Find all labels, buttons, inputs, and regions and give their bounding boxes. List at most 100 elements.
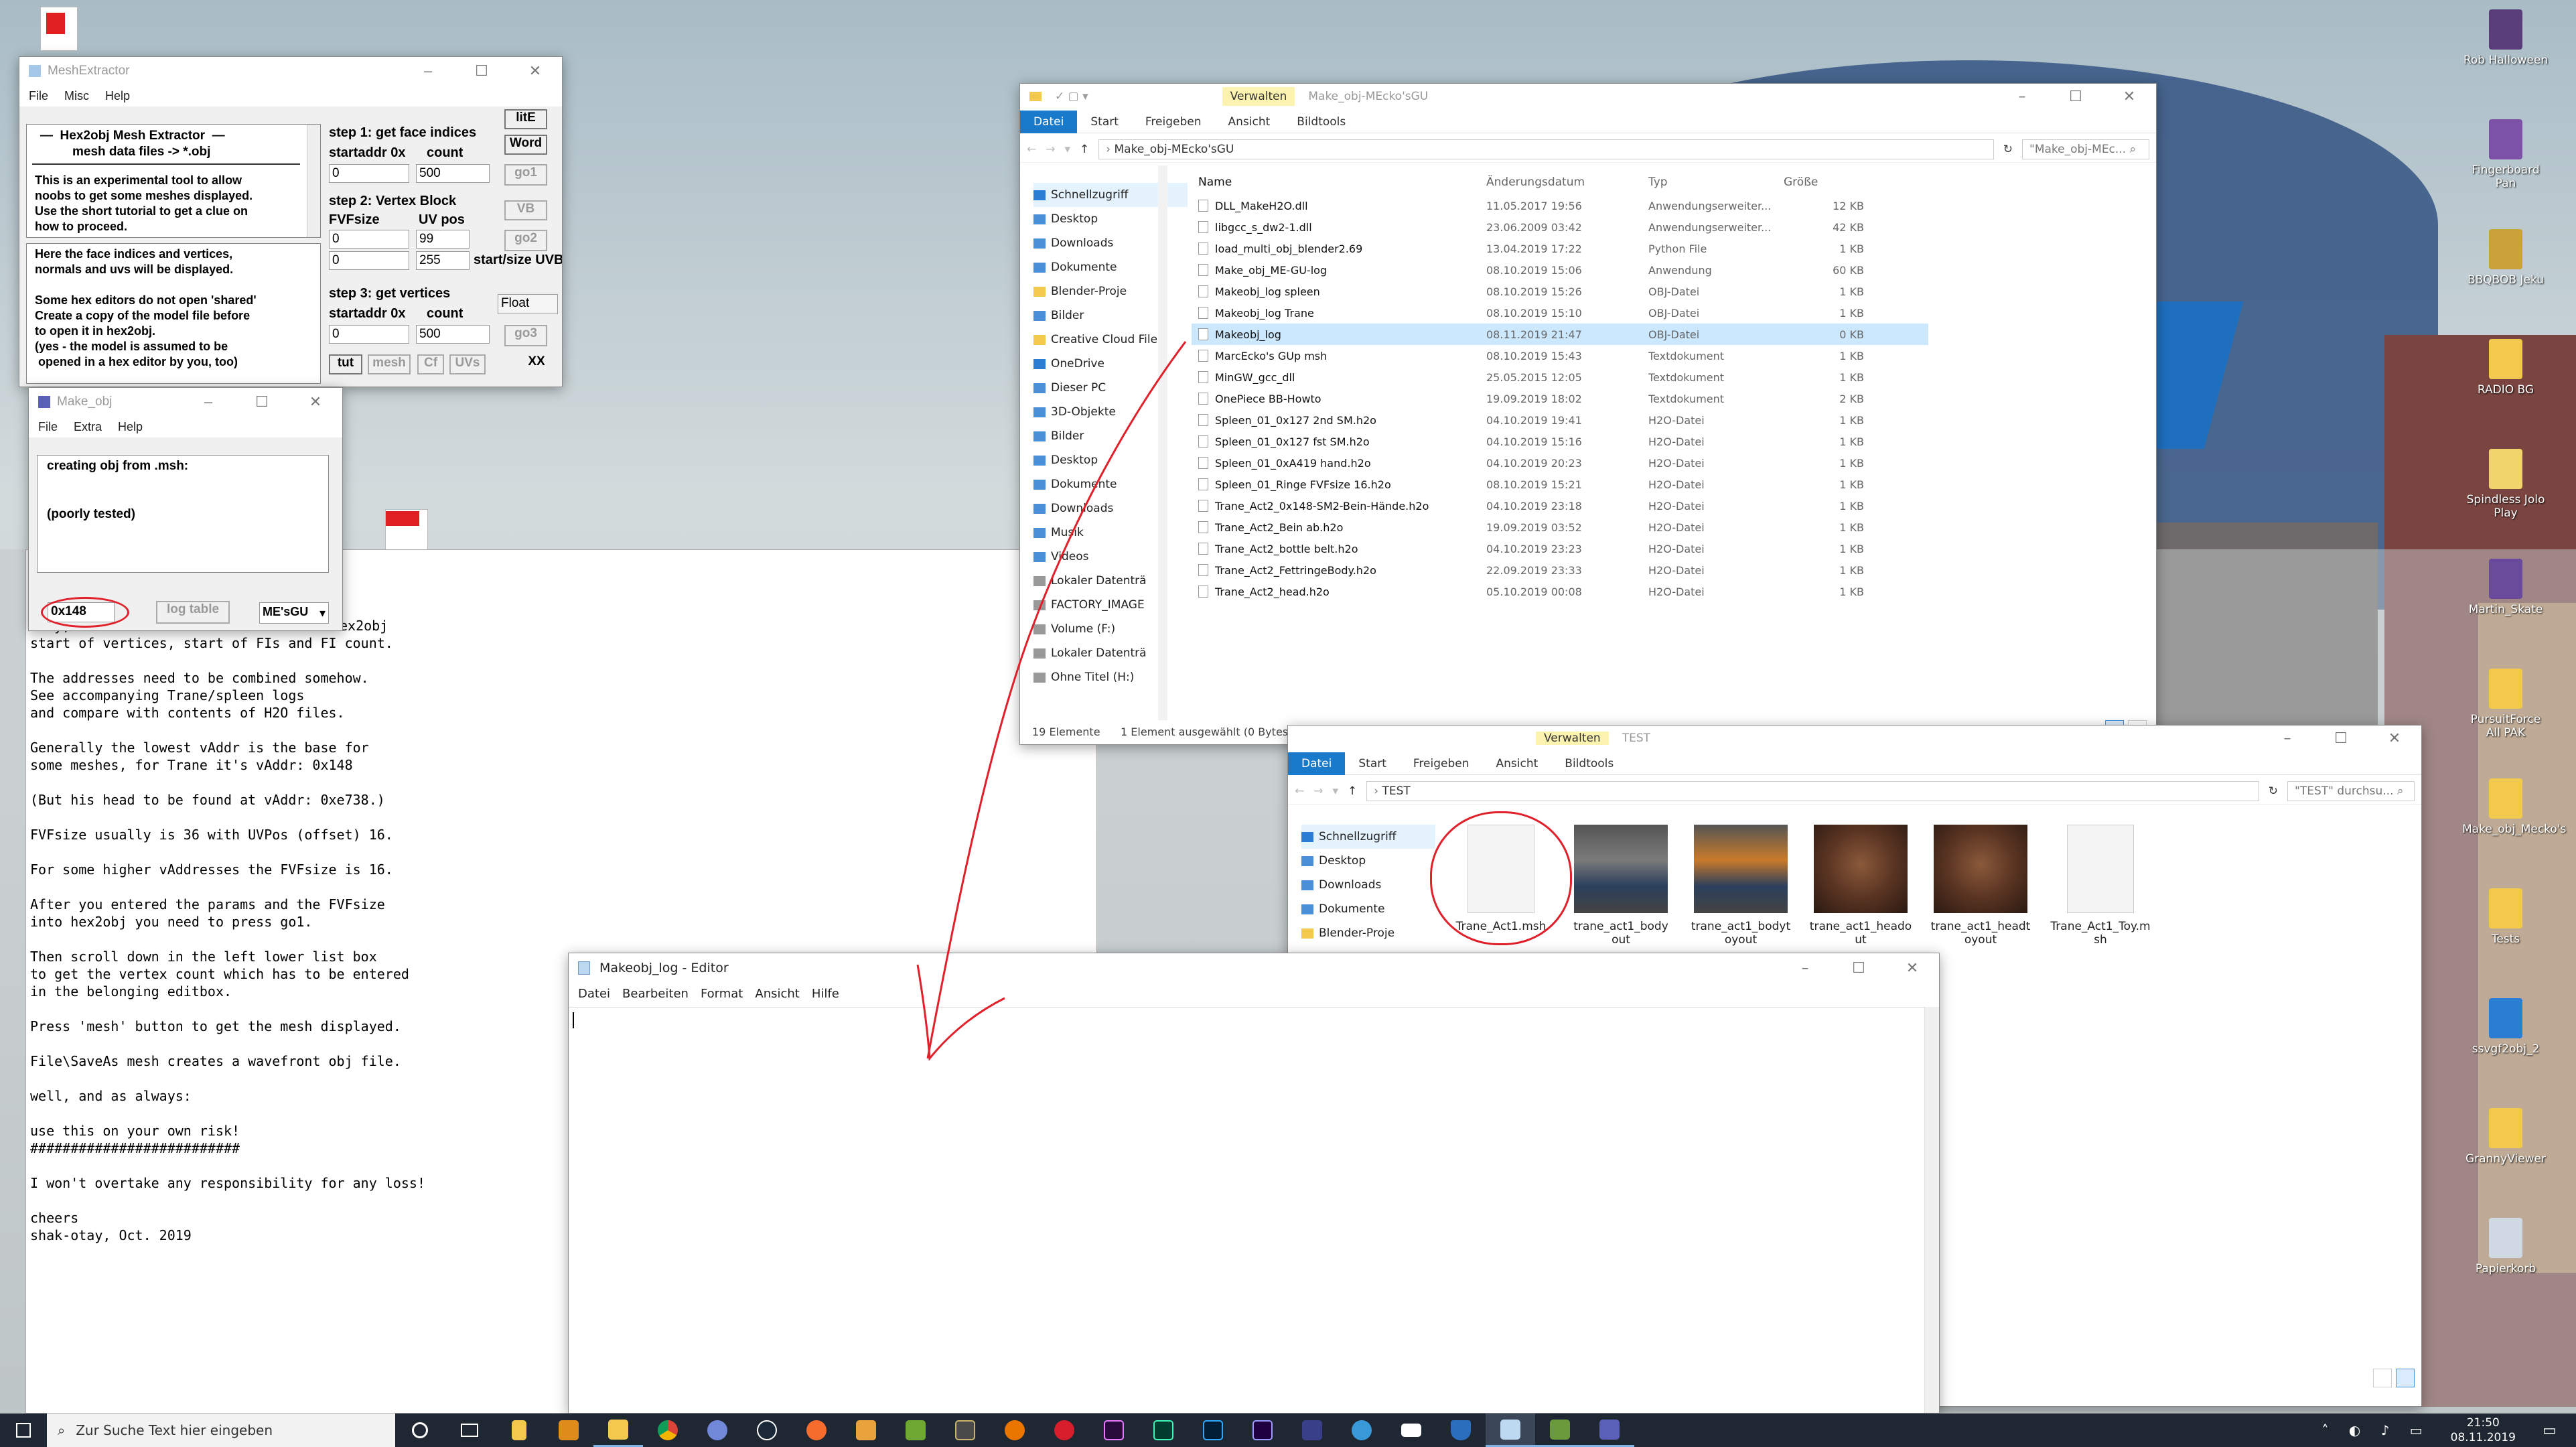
- app-icon[interactable]: [841, 1414, 891, 1447]
- makeobj-icon[interactable]: [1585, 1414, 1634, 1447]
- context-tab[interactable]: Verwalten: [1222, 87, 1295, 106]
- close-button[interactable]: ✕: [289, 393, 342, 411]
- vb-button[interactable]: VB: [504, 200, 547, 220]
- table-row[interactable]: libgcc_s_dw2-1.dll 23.06.2009 03:42 Anwend…: [1192, 216, 1928, 238]
- clock[interactable]: 21:50 08.11.2019: [2451, 1416, 2516, 1445]
- fvfsize-input[interactable]: 0: [329, 230, 409, 249]
- shield-icon[interactable]: [1436, 1414, 1486, 1447]
- desktop-shortcut[interactable]: RADIO BG: [2462, 339, 2549, 397]
- table-row[interactable]: Makeobj_log Trane 08.10.2019 15:10 OBJ-Dat…: [1192, 302, 1928, 324]
- col-name[interactable]: Name: [1192, 176, 1486, 189]
- hex2obj-icon[interactable]: [1535, 1414, 1585, 1447]
- editor-textarea[interactable]: [569, 1007, 1924, 1413]
- origin-icon[interactable]: [792, 1414, 841, 1447]
- makeobj-textbox[interactable]: creating obj from .msh: (poorly tested): [37, 455, 329, 573]
- minimize-button[interactable]: –: [1995, 88, 2049, 105]
- table-row[interactable]: DLL_MakeH2O.dll 11.05.2017 19:56 Anwendung…: [1192, 195, 1928, 216]
- tab-bildtools[interactable]: Bildtools: [1283, 111, 1359, 133]
- pdf-desktop-icon[interactable]: [40, 7, 78, 51]
- tab-bildtools[interactable]: Bildtools: [1551, 752, 1627, 775]
- desktop-shortcut[interactable]: Papierkorb: [2462, 1218, 2549, 1276]
- vertical-scrollbar[interactable]: [1924, 1007, 1939, 1413]
- app-icon[interactable]: [1337, 1414, 1386, 1447]
- minimize-button[interactable]: –: [182, 393, 235, 411]
- tray-icons[interactable]: ˄ ◐ ♪ ▭: [2321, 1422, 2430, 1438]
- back-icon[interactable]: ←: [1027, 143, 1036, 156]
- photoshop-icon[interactable]: [1188, 1414, 1238, 1447]
- file-icon[interactable]: [494, 1414, 544, 1447]
- desktop-shortcut[interactable]: Spindless Jolo Play: [2462, 449, 2549, 520]
- tab-start[interactable]: Start: [1077, 111, 1132, 133]
- col-type[interactable]: Typ: [1648, 176, 1784, 189]
- menu-extra[interactable]: Extra: [74, 420, 102, 434]
- menu-help[interactable]: Help: [118, 420, 143, 434]
- table-row[interactable]: Makeobj_log spleen 08.10.2019 15:26 OBJ-Da…: [1192, 281, 1928, 302]
- thumbnail-item[interactable]: trane_act1_heado ut: [1807, 825, 1914, 947]
- go1-button[interactable]: go1: [504, 164, 547, 186]
- nav-item[interactable]: Schnellzugriff: [1301, 825, 1435, 849]
- tab-datei[interactable]: Datei: [1020, 110, 1078, 133]
- minimize-button[interactable]: –: [401, 62, 455, 80]
- maximize-button[interactable]: ☐: [2314, 730, 2368, 747]
- audition-icon[interactable]: [1139, 1414, 1188, 1447]
- notepad-icon[interactable]: [1486, 1414, 1535, 1447]
- close-button[interactable]: ✕: [2368, 730, 2421, 747]
- taskbar-search[interactable]: ⌕ Zur Suche Text hier eingeben: [47, 1414, 395, 1447]
- table-row[interactable]: Trane_Act2_bottle belt.h2o 04.10.2019 23:…: [1192, 538, 1928, 559]
- app-icon[interactable]: [1287, 1414, 1337, 1447]
- start-button[interactable]: [0, 1414, 47, 1447]
- tiles-view-icon[interactable]: [2396, 1369, 2415, 1387]
- table-row[interactable]: Trane_Act2_head.h2o 05.10.2019 00:08 H2O-D…: [1192, 581, 1928, 602]
- after-effects-icon[interactable]: [1238, 1414, 1287, 1447]
- thumbnail-item[interactable]: trane_act1_bodyt oyout: [1687, 825, 1794, 947]
- tab-start[interactable]: Start: [1345, 752, 1400, 775]
- close-button[interactable]: ✕: [1885, 960, 1939, 977]
- maximize-button[interactable]: ☐: [1832, 960, 1885, 977]
- media-player-icon[interactable]: [544, 1414, 593, 1447]
- thumbnail-item[interactable]: Trane_Act1_Toy.m sh: [2047, 825, 2154, 947]
- uvb-start-input[interactable]: 0: [329, 251, 409, 270]
- table-row[interactable]: Spleen_01_Ringe FVFsize 16.h2o 08.10.2019…: [1192, 474, 1928, 495]
- tab-freigeben[interactable]: Freigeben: [1132, 111, 1215, 133]
- float-select[interactable]: Float: [498, 294, 558, 314]
- mail-icon[interactable]: [1386, 1414, 1436, 1447]
- lite-button[interactable]: litE: [504, 109, 547, 129]
- blender-icon[interactable]: [990, 1414, 1040, 1447]
- tab-ansicht[interactable]: Ansicht: [1215, 111, 1284, 133]
- desktop-shortcut[interactable]: Fingerboard Pan: [2462, 119, 2549, 190]
- close-button[interactable]: ✕: [2102, 88, 2156, 105]
- tab-datei[interactable]: Datei: [1288, 752, 1346, 775]
- uvpos-input[interactable]: 99: [416, 230, 470, 249]
- path-input[interactable]: › TEST: [1366, 780, 2259, 801]
- quick-access-icons[interactable]: ✓ ▢ ▾: [1055, 90, 1088, 103]
- go3-button[interactable]: go3: [504, 325, 547, 346]
- step1-startaddr-input[interactable]: 0: [329, 164, 409, 183]
- step1-count-input[interactable]: 500: [416, 164, 490, 183]
- table-row[interactable]: Trane_Act2_FettringeBody.h2o 22.09.2019 2…: [1192, 559, 1928, 581]
- chrome-icon[interactable]: [643, 1414, 693, 1447]
- maximize-button[interactable]: ☐: [235, 393, 289, 411]
- file-explorer-icon[interactable]: [593, 1414, 643, 1447]
- menu-misc[interactable]: Misc: [64, 89, 89, 103]
- forward-icon[interactable]: →: [1046, 143, 1055, 156]
- table-row[interactable]: Spleen_01_0x127 2nd SM.h2o 04.10.2019 19:…: [1192, 409, 1928, 431]
- menu-ansicht[interactable]: Ansicht: [755, 987, 799, 1001]
- desktop-shortcut[interactable]: PursuitForce All PAK: [2462, 669, 2549, 740]
- search-input[interactable]: "TEST" durchsu... ⌕: [2287, 780, 2415, 801]
- log-table-button[interactable]: log table: [156, 601, 230, 624]
- discord-icon[interactable]: [693, 1414, 742, 1447]
- minimize-button[interactable]: –: [1778, 960, 1832, 977]
- table-row[interactable]: MinGW_gcc_dll 25.05.2015 12:05 Textdokumen…: [1192, 366, 1928, 388]
- app-icon[interactable]: [940, 1414, 990, 1447]
- col-date[interactable]: Änderungsdatum: [1486, 176, 1648, 189]
- notification-icon[interactable]: ▭: [2543, 1422, 2576, 1439]
- maximize-button[interactable]: ☐: [2049, 88, 2102, 105]
- tab-ansicht[interactable]: Ansicht: [1483, 752, 1552, 775]
- scrollbar[interactable]: [307, 125, 320, 237]
- close-button[interactable]: ✕: [508, 62, 562, 80]
- table-row[interactable]: Make_obj_ME-GU-log 08.10.2019 15:06 Anwend…: [1192, 259, 1928, 281]
- intro-textbox[interactable]: — Hex2obj Mesh Extractor — mesh data fil…: [26, 124, 321, 238]
- search-input[interactable]: "Make_obj-MEc... ⌕: [2022, 139, 2149, 159]
- desktop-shortcut[interactable]: BBQBOB Jeku: [2462, 229, 2549, 287]
- thumbnail-item[interactable]: trane_act1_headt oyout: [1927, 825, 2034, 947]
